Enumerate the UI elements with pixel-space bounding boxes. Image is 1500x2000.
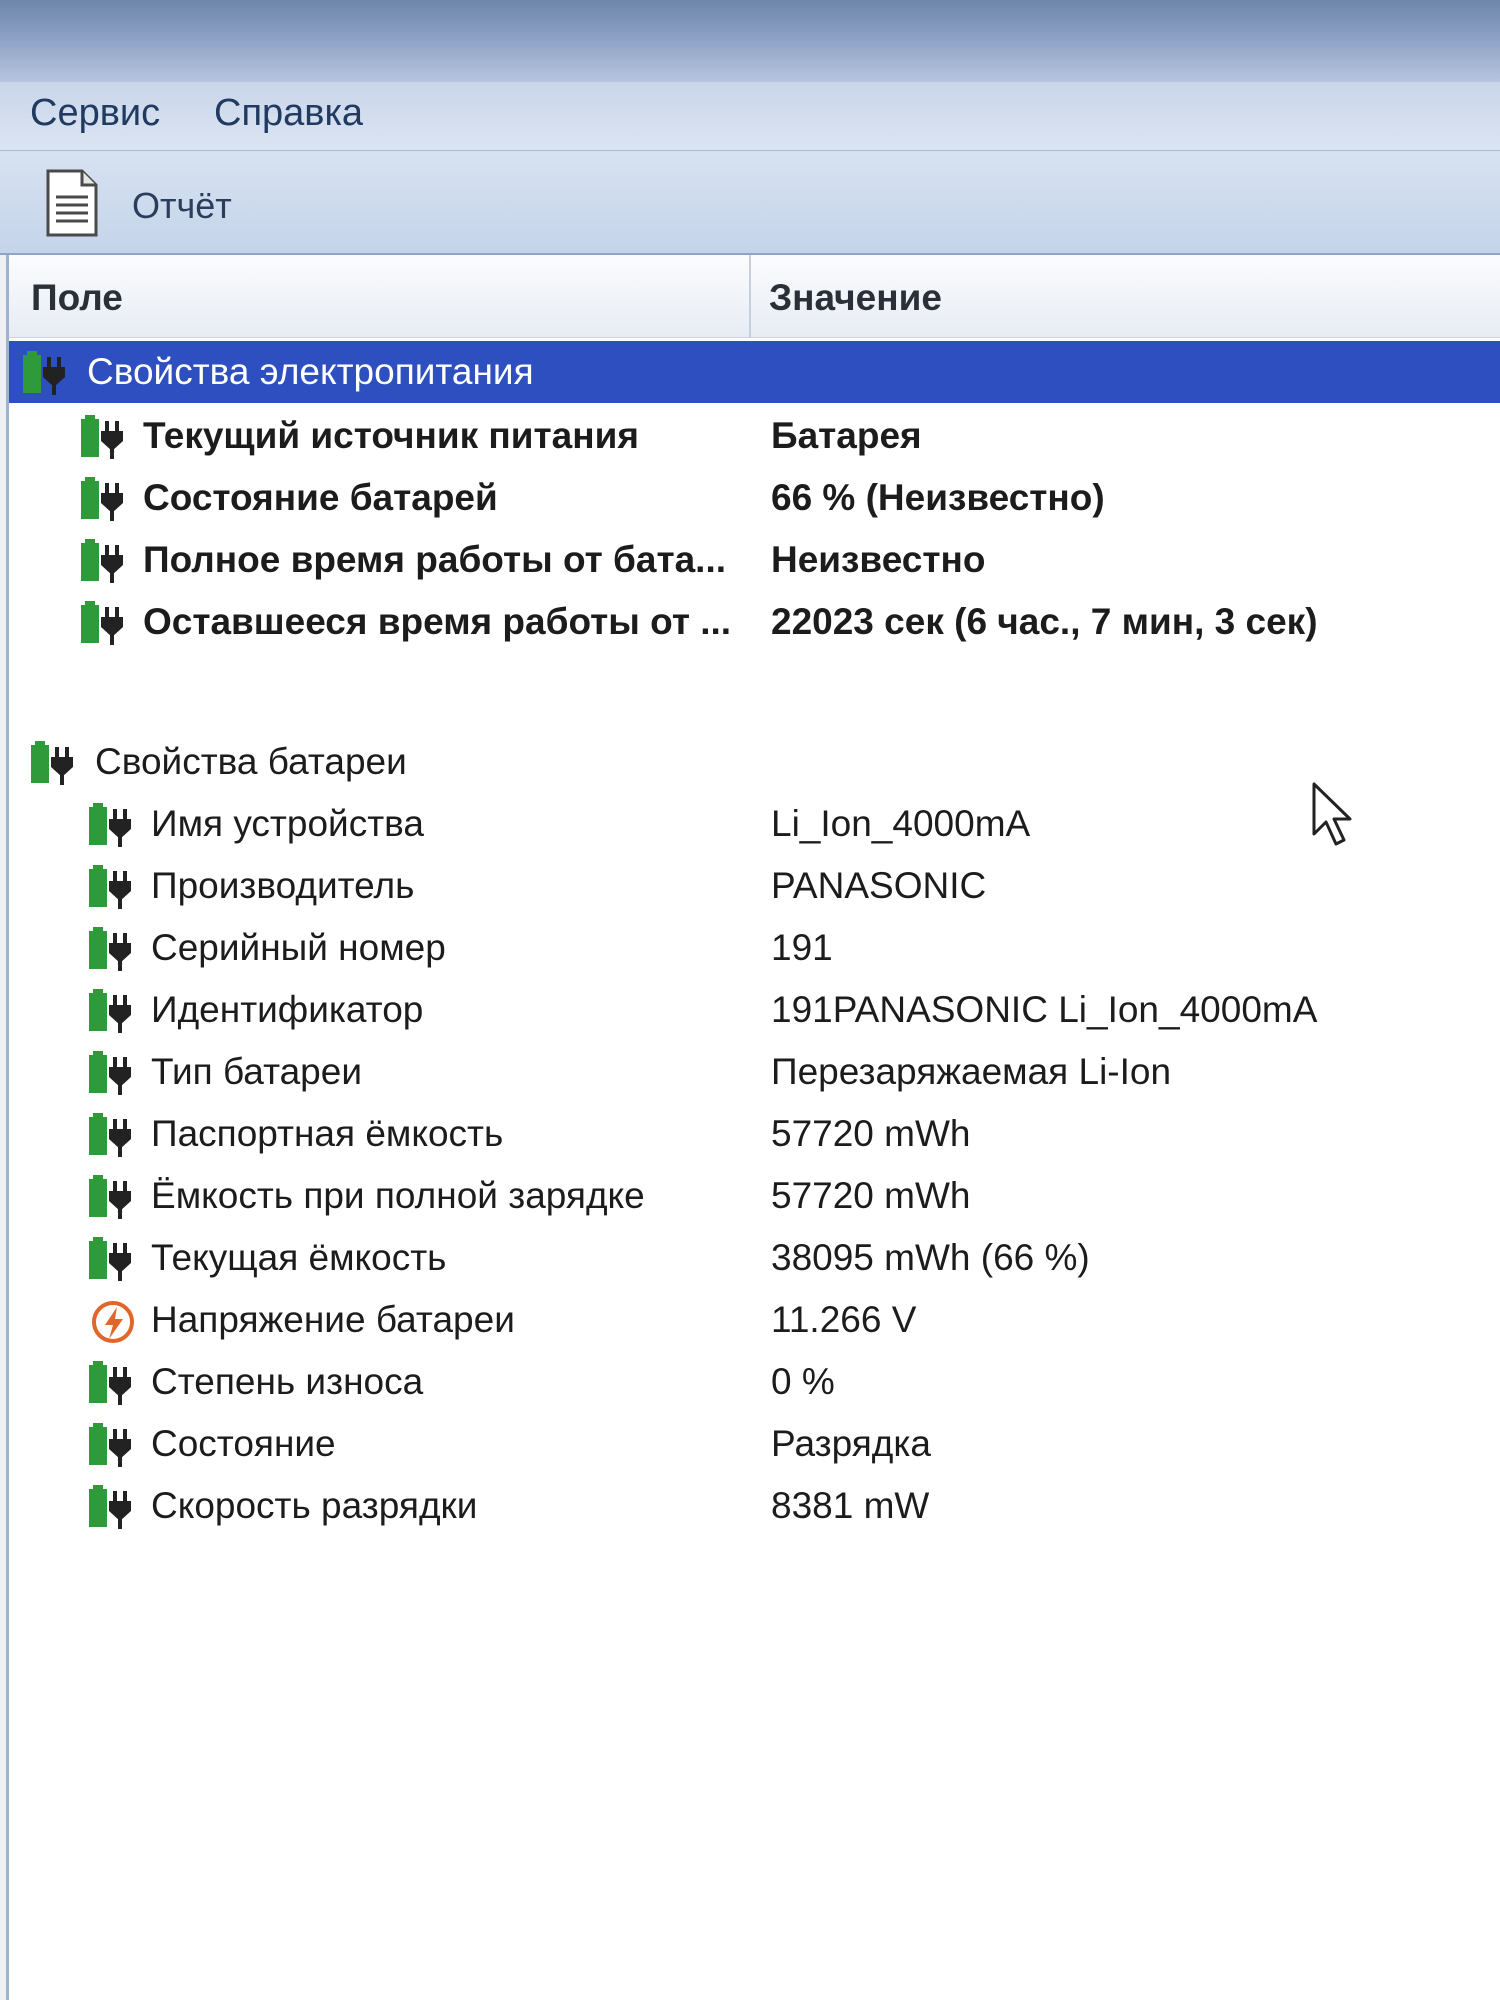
battery-plug-icon [89,927,131,971]
row-value: 57720 mWh [771,1175,971,1216]
battery-plug-icon [89,803,131,847]
menu-bar: Сервис Справка [0,82,1500,151]
battery-plug-icon [89,1051,131,1095]
row-field: Степень износа [151,1361,424,1402]
row-value: Батарея [771,415,922,456]
table-row[interactable]: Текущая ёмкость 38095 mWh (66 %) [9,1227,1500,1289]
table-row[interactable]: Состояние Разрядка [9,1413,1500,1475]
row-field: Имя устройства [151,803,424,844]
battery-plug-icon [89,1175,131,1219]
battery-plug-icon [81,601,123,645]
table-row[interactable]: Состояние батарей 66 % (Неизвестно) [9,467,1500,529]
table-row[interactable]: Тип батареи Перезаряжаемая Li-Ion [9,1041,1500,1103]
app-window: Сервис Справка Отчёт Поле Значение Свойс… [0,0,1500,2000]
row-field: Оставшееся время работы от ... [143,601,732,642]
battery-plug-icon [89,865,131,909]
battery-plug-icon [89,1423,131,1467]
row-field: Идентификатор [151,989,424,1030]
battery-plug-icon [31,741,73,785]
row-field: Текущий источник питания [143,415,639,456]
row-field: Ёмкость при полной зарядке [151,1175,645,1216]
row-field: Текущая ёмкость [151,1237,447,1278]
column-header-value[interactable]: Значение [769,277,942,319]
table-row[interactable]: Оставшееся время работы от ... 22023 сек… [9,591,1500,653]
row-field: Состояние [151,1423,336,1464]
row-field: Паспортная ёмкость [151,1113,504,1154]
row-value: 11.266 V [771,1299,917,1340]
table-row[interactable]: Имя устройства Li_Ion_4000mA [9,793,1500,855]
table-row[interactable]: Идентификатор 191PANASONIC Li_Ion_4000mA [9,979,1500,1041]
group-label: Свойства электропитания [87,351,534,392]
row-value: 22023 сек (6 час., 7 мин, 3 сек) [771,601,1318,642]
toolbar: Отчёт [0,151,1500,255]
row-value: Перезаряжаемая Li-Ion [771,1051,1172,1092]
row-value: 8381 mW [771,1485,930,1526]
row-value: 57720 mWh [771,1113,971,1154]
row-value: Li_Ion_4000mA [771,803,1031,844]
report-label: Отчёт [132,185,232,226]
voltage-icon [92,1301,134,1343]
row-value: 38095 mWh (66 %) [771,1237,1090,1278]
row-field: Производитель [151,865,415,906]
table-row[interactable]: Напряжение батареи 11.266 V [9,1289,1500,1351]
row-field: Серийный номер [151,927,446,968]
row-field: Полное время работы от бата... [143,539,727,580]
group-header-power-properties[interactable]: Свойства электропитания [9,341,1500,403]
table-row[interactable]: Полное время работы от бата... Неизвестн… [9,529,1500,591]
table-row[interactable]: Степень износа 0 % [9,1351,1500,1413]
mouse-cursor-icon [1312,782,1352,846]
row-value: Разрядка [771,1423,931,1464]
table-row[interactable]: Скорость разрядки 8381 mW [9,1475,1500,1537]
row-field: Тип батареи [151,1051,362,1092]
row-value: 66 % (Неизвестно) [771,477,1105,518]
battery-plug-icon [81,415,123,459]
group-label: Свойства батареи [95,741,407,782]
battery-plug-icon [81,539,123,583]
row-value: 191 [771,927,833,968]
row-value: Неизвестно [771,539,986,580]
menu-service[interactable]: Сервис [30,92,160,135]
battery-plug-icon [23,351,65,395]
battery-plug-icon [89,1237,131,1281]
column-divider[interactable] [749,255,751,337]
table-row[interactable]: Серийный номер 191 [9,917,1500,979]
row-value: 191PANASONIC Li_Ion_4000mA [771,989,1318,1030]
report-button[interactable]: Отчёт [40,165,270,241]
row-field: Скорость разрядки [151,1485,478,1526]
row-field: Состояние батарей [143,477,498,518]
column-header-field[interactable]: Поле [31,277,123,319]
row-value: PANASONIC [771,865,987,906]
menu-help[interactable]: Справка [214,92,363,135]
battery-plug-icon [89,1485,131,1529]
properties-list[interactable]: Поле Значение Свойства электропитания Те… [6,255,1500,2000]
document-icon [46,169,98,237]
row-value: 0 % [771,1361,835,1402]
table-row[interactable]: Паспортная ёмкость 57720 mWh [9,1103,1500,1165]
table-row[interactable]: Текущий источник питания Батарея [9,405,1500,467]
title-bar [0,0,1500,82]
table-row[interactable]: Ёмкость при полной зарядке 57720 mWh [9,1165,1500,1227]
row-field: Напряжение батареи [151,1299,515,1340]
table-row[interactable]: Производитель PANASONIC [9,855,1500,917]
battery-plug-icon [89,1113,131,1157]
group-header-battery-properties[interactable]: Свойства батареи [9,731,1500,793]
battery-plug-icon [89,1361,131,1405]
column-header-row: Поле Значение [9,255,1500,338]
battery-plug-icon [89,989,131,1033]
battery-plug-icon [81,477,123,521]
